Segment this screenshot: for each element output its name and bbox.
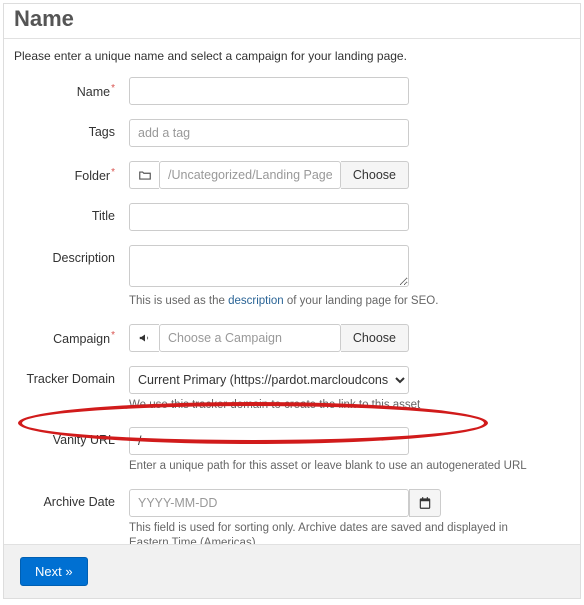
row-tracker: Tracker Domain Current Primary (https://…: [14, 366, 570, 414]
label-title: Title: [14, 203, 129, 223]
page-title: Name: [4, 4, 580, 39]
title-input[interactable]: [129, 203, 409, 231]
row-description: Description This is used as the descript…: [14, 245, 570, 310]
form-frame: Name Please enter a unique name and sele…: [3, 3, 581, 599]
row-folder: Folder* Choose: [14, 161, 570, 189]
description-help-link[interactable]: description: [228, 295, 284, 307]
archive-group: [129, 489, 549, 517]
label-name: Name*: [14, 77, 129, 99]
label-folder: Folder*: [14, 161, 129, 183]
footer-bar: Next »: [4, 544, 580, 598]
row-campaign: Campaign* Choose: [14, 324, 570, 352]
campaign-group: Choose: [129, 324, 409, 352]
form-body: Name* Tags Folder*: [4, 77, 580, 576]
tracker-help: We use this tracker domain to create the…: [129, 398, 549, 414]
label-vanity: Vanity URL: [14, 427, 129, 447]
folder-group: Choose: [129, 161, 409, 189]
archive-date-input[interactable]: [129, 489, 409, 517]
label-tags: Tags: [14, 119, 129, 139]
label-tracker: Tracker Domain: [14, 366, 129, 386]
row-name: Name*: [14, 77, 570, 105]
tracker-select[interactable]: Current Primary (https://pardot.marcloud…: [129, 366, 409, 394]
required-marker: *: [111, 83, 115, 94]
row-tags: Tags: [14, 119, 570, 147]
tags-input[interactable]: [129, 119, 409, 147]
megaphone-icon: [129, 324, 159, 352]
name-input[interactable]: [129, 77, 409, 105]
label-description: Description: [14, 245, 129, 265]
description-help: This is used as the description of your …: [129, 294, 549, 310]
required-marker: *: [111, 330, 115, 341]
intro-text: Please enter a unique name and select a …: [4, 39, 580, 77]
row-title: Title: [14, 203, 570, 231]
label-archive: Archive Date: [14, 489, 129, 509]
label-campaign: Campaign*: [14, 324, 129, 346]
campaign-choose-button[interactable]: Choose: [341, 324, 409, 352]
calendar-icon: [418, 496, 432, 510]
description-input[interactable]: [129, 245, 409, 287]
folder-icon: [129, 161, 159, 189]
vanity-input[interactable]: [129, 427, 409, 455]
row-vanity: Vanity URL Enter a unique path for this …: [14, 427, 570, 475]
next-button[interactable]: Next »: [20, 557, 88, 586]
folder-choose-button[interactable]: Choose: [341, 161, 409, 189]
vanity-help: Enter a unique path for this asset or le…: [129, 459, 549, 475]
calendar-button[interactable]: [409, 489, 441, 517]
required-marker: *: [111, 167, 115, 178]
campaign-input[interactable]: [159, 324, 341, 352]
folder-path: [159, 161, 341, 189]
